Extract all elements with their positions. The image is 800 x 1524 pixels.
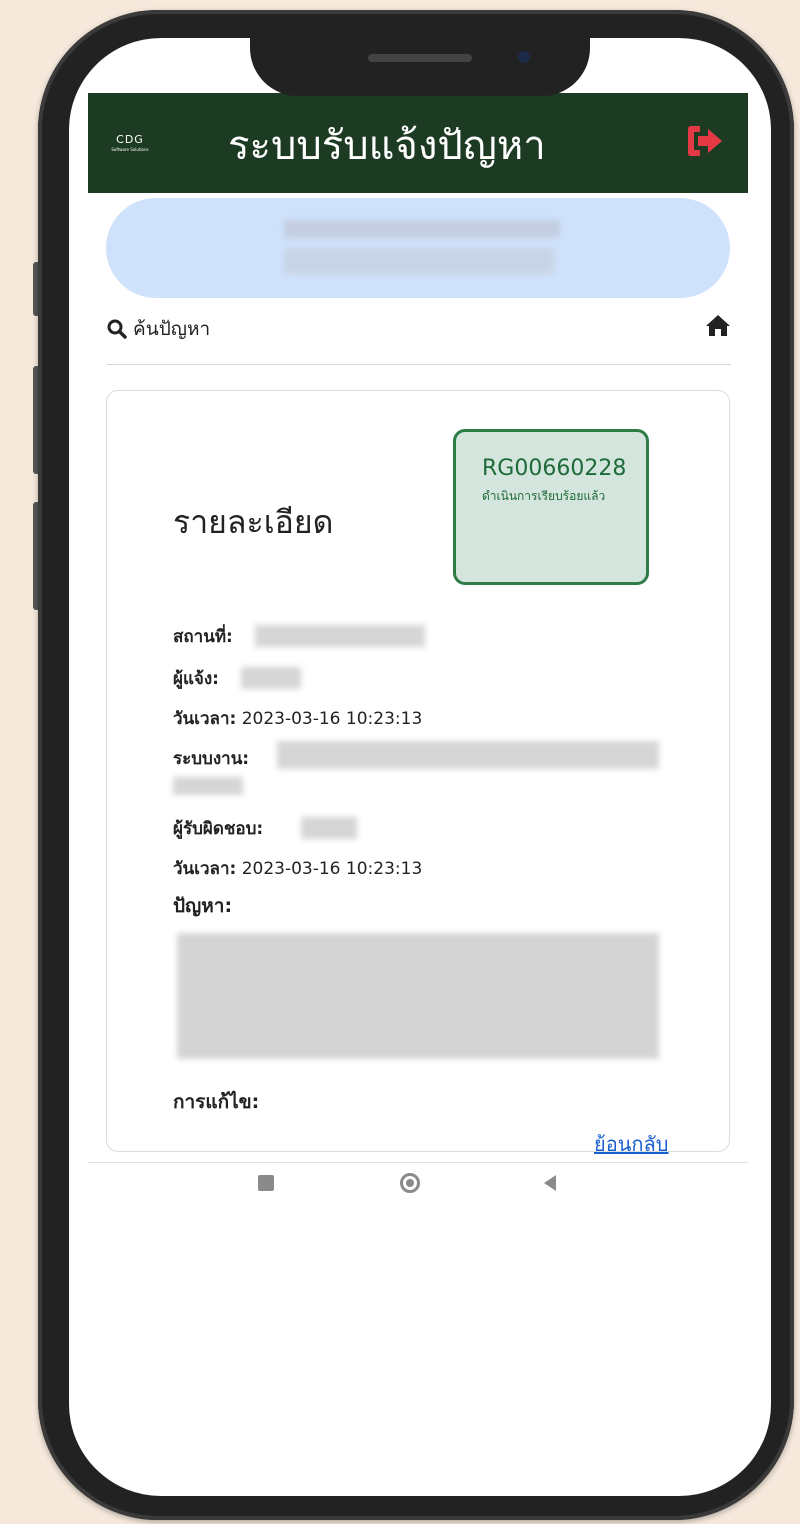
search-icon (107, 319, 127, 339)
blurred-system-cont (173, 777, 243, 795)
system-field: ระบบงาน: (173, 745, 249, 772)
system-navbar (88, 1162, 748, 1163)
case-status: ดำเนินการเรียบร้อยแล้ว (482, 489, 606, 503)
blurred-problem-text (177, 933, 659, 1059)
reporter-label: ผู้แจ้ง: (173, 669, 219, 689)
cdg-logo: CDG Software Solutions (108, 133, 152, 152)
phone-notch (250, 36, 590, 96)
search-label: ค้นปัญหา (133, 318, 211, 340)
location-label: สถานที่: (173, 627, 233, 647)
app-title: ระบบรับแจ้งปัญหา (228, 123, 546, 169)
datetime-field-1: วันเวลา: 2023-03-16 10:23:13 (173, 705, 422, 732)
datetime-field-2: วันเวลา: 2023-03-16 10:23:13 (173, 855, 422, 882)
blurred-reporter (241, 667, 301, 689)
user-name-banner (106, 198, 730, 298)
case-id: RG00660228 (482, 456, 627, 481)
problem-label: ปัญหา: (173, 895, 233, 917)
status-badge: RG00660228 ดำเนินการเรียบร้อยแล้ว (453, 429, 649, 585)
sign-out-icon[interactable] (684, 123, 724, 159)
logo-text: CDG (116, 133, 144, 146)
location-field: สถานที่: (173, 623, 233, 650)
blurred-location (255, 625, 425, 647)
datetime-value-1: 2023-03-16 10:23:13 (241, 709, 423, 729)
front-camera (518, 51, 530, 63)
app-header: CDG Software Solutions ระบบรับแจ้งปัญหา (88, 93, 748, 193)
detail-card: รายละเอียด RG00660228 ดำเนินการเรียบร้อย… (106, 390, 730, 1152)
speaker-grille (368, 54, 472, 62)
logo-subtext: Software Solutions (111, 147, 149, 152)
datetime-label-2: วันเวลา: (173, 859, 237, 879)
blurred-user-name (284, 220, 560, 238)
solution-field: การแก้ไข: (173, 1087, 259, 1117)
home-icon[interactable] (705, 312, 731, 338)
recent-apps-icon[interactable] (258, 1175, 274, 1191)
reporter-field: ผู้แจ้ง: (173, 665, 219, 692)
solution-label: การแก้ไข: (173, 1091, 260, 1113)
responsible-label: ผู้รับผิดชอบ: (173, 819, 264, 839)
search-row: ค้นปัญหา (107, 310, 731, 344)
system-label: ระบบงาน: (173, 749, 250, 769)
search-divider (107, 364, 731, 365)
detail-title: รายละเอียด (173, 503, 334, 541)
back-link[interactable]: ย้อนกลับ (594, 1128, 668, 1160)
home-button-icon[interactable] (400, 1173, 420, 1193)
responsible-field: ผู้รับผิดชอบ: (173, 815, 263, 842)
blurred-user-detail (284, 248, 554, 274)
datetime-value-2: 2023-03-16 10:23:13 (241, 859, 423, 879)
blurred-system (277, 741, 659, 769)
back-icon[interactable] (544, 1175, 556, 1191)
problem-field: ปัญหา: (173, 891, 232, 921)
blurred-responsible (301, 817, 357, 839)
search-link[interactable]: ค้นปัญหา (107, 314, 210, 344)
datetime-label-1: วันเวลา: (173, 709, 237, 729)
